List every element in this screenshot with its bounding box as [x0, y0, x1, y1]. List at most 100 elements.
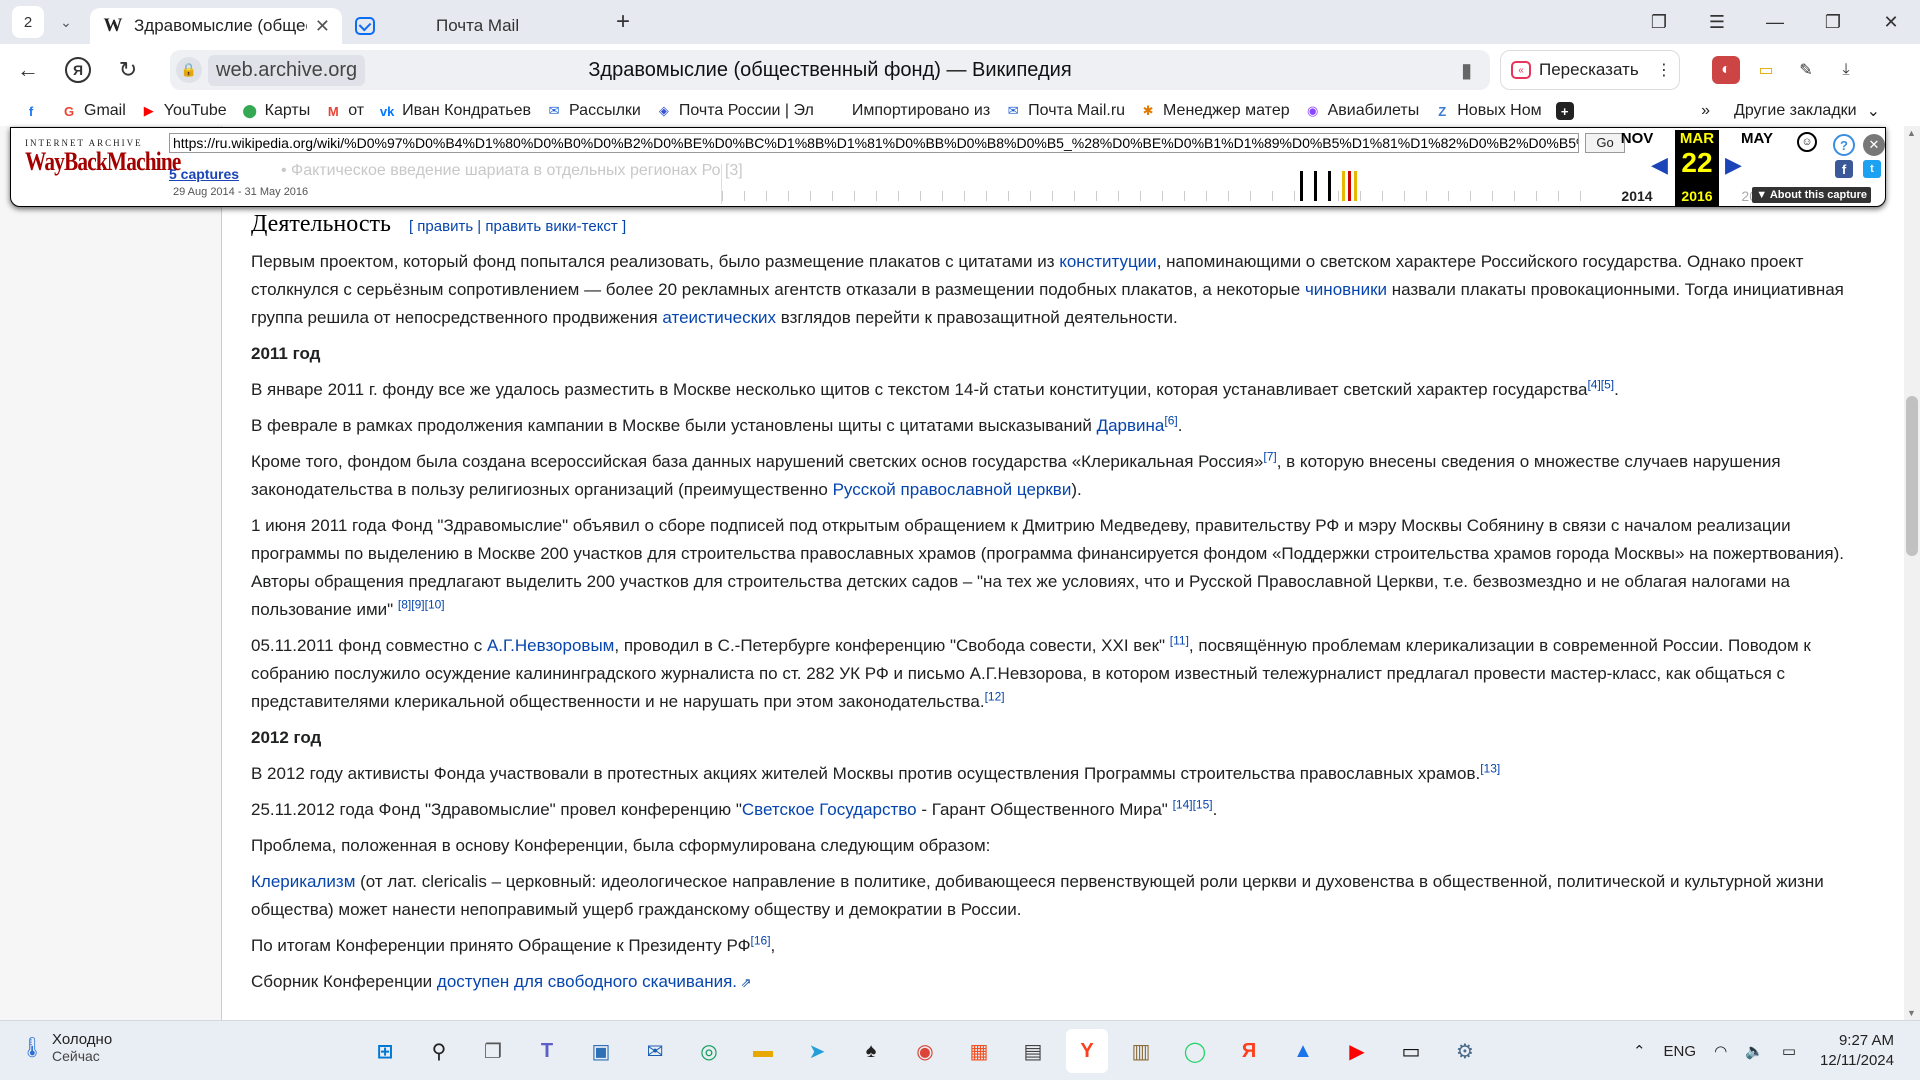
books-icon[interactable]: ▥: [1120, 1029, 1162, 1073]
task-view-icon[interactable]: ❐: [472, 1029, 514, 1073]
link-atheistic[interactable]: атеистических: [662, 308, 776, 327]
telegram-icon[interactable]: ➤: [796, 1029, 838, 1073]
search-icon[interactable]: ⚲: [418, 1029, 460, 1073]
battery-icon[interactable]: ▭: [1752, 56, 1780, 84]
edge-icon[interactable]: ◎: [688, 1029, 730, 1073]
menu-icon[interactable]: ☰: [1688, 12, 1746, 33]
bookmark-item[interactable]: ◈ Почта России | Эл: [655, 102, 814, 120]
downloads-icon[interactable]: ⤓: [1832, 56, 1860, 84]
user-icon[interactable]: ☺: [1797, 132, 1817, 152]
captures-link[interactable]: 5 captures: [169, 166, 239, 182]
url-domain[interactable]: web.archive.org: [208, 54, 366, 86]
solitaire-icon[interactable]: ♠: [850, 1029, 892, 1073]
url-field[interactable]: 🔒 web.archive.org Здравомыслие (обществе…: [170, 50, 1490, 90]
about-capture-button[interactable]: ▼ About this capture: [1752, 187, 1871, 203]
add-bookmark-icon[interactable]: +: [1555, 102, 1580, 120]
link-download[interactable]: доступен для свободного скачивания.: [437, 972, 737, 991]
reference-link[interactable]: [7]: [1263, 449, 1276, 463]
reference-link[interactable]: [12]: [985, 689, 1005, 703]
mail-app-icon[interactable]: ✉: [634, 1029, 676, 1073]
youtube-icon[interactable]: ▶: [1336, 1029, 1378, 1073]
tab-mail[interactable]: Почта Mail: [342, 8, 594, 44]
help-icon[interactable]: ?: [1833, 134, 1855, 156]
link-constitution[interactable]: конституции: [1059, 252, 1156, 271]
other-bookmarks[interactable]: » Другие закладки ⌄: [1701, 101, 1880, 121]
scrollbar[interactable]: ▲ ▼: [1904, 126, 1920, 1020]
store-icon[interactable]: ▦: [958, 1029, 1000, 1073]
close-icon[interactable]: ✕: [315, 16, 330, 37]
scroll-down-icon[interactable]: ▼: [1907, 1008, 1916, 1018]
volume-icon[interactable]: 🔈: [1745, 1042, 1764, 1060]
tab-count-button[interactable]: 2: [12, 6, 44, 38]
app-icon[interactable]: ▤: [1012, 1029, 1054, 1073]
edit-links[interactable]: [ править | править вики-текст ]: [409, 213, 626, 241]
lock-icon[interactable]: 🔒: [176, 57, 202, 83]
file-explorer-icon[interactable]: ▬: [742, 1029, 784, 1073]
yandex-button[interactable]: Я: [56, 48, 100, 92]
scroll-up-icon[interactable]: ▲: [1907, 128, 1916, 138]
link-secular-state[interactable]: Светское Государство: [742, 800, 917, 819]
clock[interactable]: 9:27 AM 12/11/2024: [1820, 1031, 1894, 1071]
extensions-icon[interactable]: ✎: [1792, 56, 1820, 84]
bookmark-item[interactable]: ✉ Рассылки: [545, 102, 641, 120]
chevron-up-icon[interactable]: ⌃: [1633, 1042, 1646, 1060]
scrollbar-thumb[interactable]: [1906, 396, 1918, 556]
bookmark-item[interactable]: vk Иван Кондратьев: [378, 102, 531, 120]
bookmark-item[interactable]: ▶ YouTube: [140, 102, 227, 120]
extension-icon[interactable]: ◐: [1712, 56, 1740, 84]
reference-link[interactable]: [13]: [1480, 761, 1500, 775]
close-toolbar-icon[interactable]: ✕: [1863, 134, 1885, 156]
chrome-icon[interactable]: ◉: [904, 1029, 946, 1073]
bookmark-item[interactable]: Импортировано из: [828, 102, 990, 120]
link-clericalism[interactable]: Клерикализм: [251, 872, 355, 891]
link-darwin[interactable]: Дарвина: [1097, 416, 1165, 435]
whatsapp-icon[interactable]: ◯: [1174, 1029, 1216, 1073]
bookmark-item[interactable]: ✱ Менеджер матер: [1139, 102, 1290, 120]
bookmark-item[interactable]: Mот: [324, 102, 364, 120]
control-panel-icon[interactable]: ▣: [580, 1029, 622, 1073]
reload-button[interactable]: ↻: [106, 48, 150, 92]
bookmark-item[interactable]: f: [22, 102, 46, 120]
language-indicator[interactable]: ENG: [1664, 1043, 1697, 1060]
wayback-logo[interactable]: INTERNET ARCHIVE WayBackMachine: [25, 138, 181, 176]
wayback-url-input[interactable]: https://ru.wikipedia.org/wiki/%D0%97%D0%…: [169, 133, 1579, 153]
reference-link[interactable]: [16]: [751, 933, 771, 947]
chevron-down-icon[interactable]: ⌄: [50, 6, 82, 38]
tab-wikipedia[interactable]: W Здравомыслие (общественный фонд) — Вик…: [90, 8, 342, 44]
link-officials[interactable]: чиновники: [1305, 280, 1387, 299]
minimize-button[interactable]: —: [1746, 12, 1804, 33]
close-window-button[interactable]: ✕: [1862, 12, 1920, 33]
yandex-icon[interactable]: Я: [1228, 1029, 1270, 1073]
more-icon[interactable]: ⋮: [1650, 56, 1678, 84]
reference-link[interactable]: [8][9][10]: [398, 597, 445, 611]
weather-widget[interactable]: 🌡 Холодно Сейчас: [19, 1031, 112, 1064]
wifi-icon[interactable]: ◠: [1714, 1042, 1727, 1060]
bookmark-item[interactable]: ✉ Почта Mail.ru: [1004, 102, 1125, 120]
prev-arrow-icon[interactable]: ◀: [1651, 152, 1668, 178]
settings-icon[interactable]: ⚙: [1444, 1029, 1486, 1073]
bookmark-item[interactable]: Z Новых Ном: [1433, 102, 1541, 120]
link-orthodox-church[interactable]: Русской православной церкви: [833, 480, 1072, 499]
reference-link[interactable]: [11]: [1170, 633, 1189, 647]
yandex-browser-icon[interactable]: Y: [1066, 1029, 1108, 1073]
bookmark-item[interactable]: G Gmail: [60, 102, 126, 120]
battery-icon[interactable]: ▭: [1782, 1042, 1796, 1060]
link-nevzorov[interactable]: А.Г.Невзоровым: [487, 636, 614, 655]
terminal-icon[interactable]: ▭: [1390, 1029, 1432, 1073]
new-tab-button[interactable]: +: [608, 7, 638, 37]
facebook-icon[interactable]: f: [1835, 160, 1853, 178]
teams-icon[interactable]: T: [526, 1029, 568, 1073]
bookmark-icon[interactable]: ▮: [1461, 58, 1472, 83]
reference-link[interactable]: [6]: [1164, 413, 1177, 427]
bookmark-item[interactable]: ◉ Авиабилеты: [1304, 102, 1419, 120]
twitter-icon[interactable]: t: [1863, 160, 1881, 178]
photos-icon[interactable]: ▲: [1282, 1029, 1324, 1073]
capture-sparkline[interactable]: [721, 164, 1601, 204]
reference-link[interactable]: [14][15]: [1173, 797, 1213, 811]
collections-icon[interactable]: ❐: [1630, 12, 1688, 33]
bookmarks-overflow-icon[interactable]: »: [1701, 102, 1710, 120]
back-button[interactable]: ←: [6, 48, 50, 92]
reference-link[interactable]: [4][5]: [1587, 377, 1614, 391]
windows-start-icon[interactable]: ⊞: [364, 1029, 406, 1073]
maximize-button[interactable]: ❐: [1804, 12, 1862, 33]
